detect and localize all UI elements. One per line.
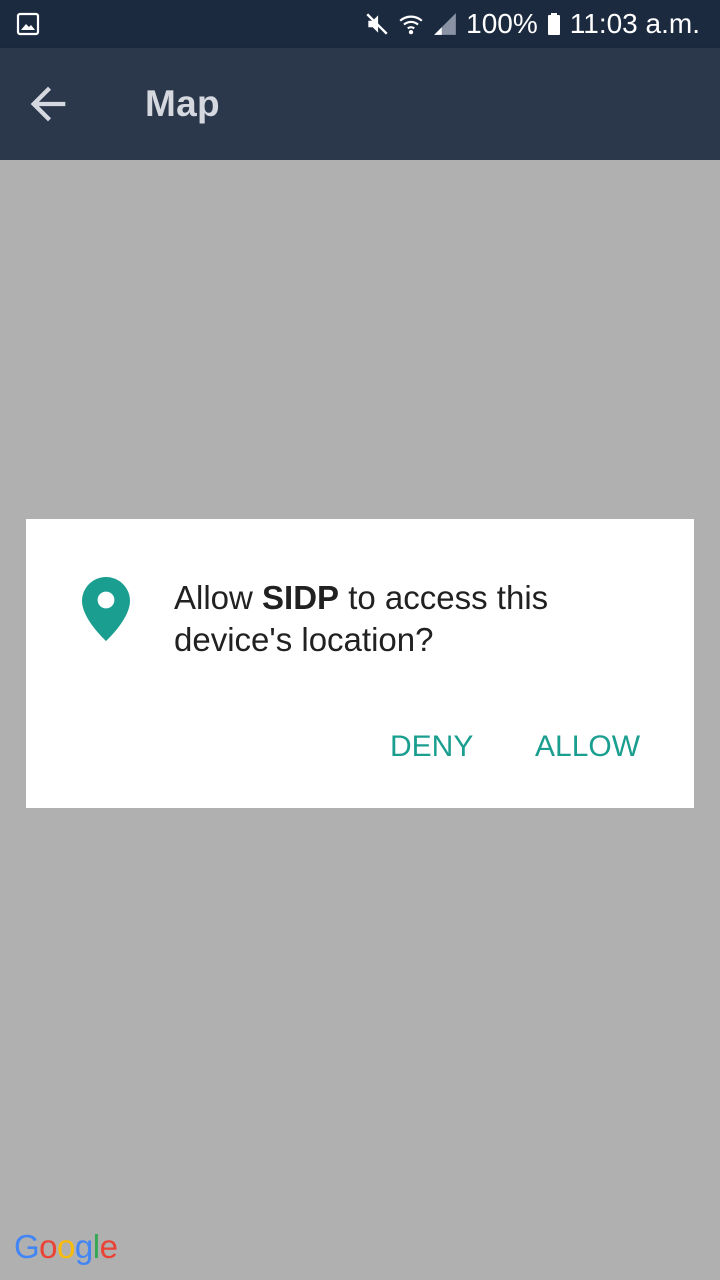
mute-icon — [366, 13, 388, 35]
location-permission-dialog: Allow SIDP to access this device's locat… — [26, 519, 694, 808]
dialog-message: Allow SIDP to access this device's locat… — [174, 577, 644, 661]
signal-icon — [434, 13, 456, 35]
allow-button[interactable]: ALLOW — [535, 723, 640, 771]
google-logo: Google — [14, 1224, 118, 1270]
gallery-notification-icon — [16, 12, 40, 36]
status-icons: 100% 11:03 a.m. — [364, 0, 700, 48]
google-logo-letter: e — [99, 1228, 118, 1265]
deny-button[interactable]: DENY — [390, 723, 473, 771]
arrow-back-icon[interactable] — [22, 78, 74, 130]
wifi-icon — [399, 15, 423, 35]
app-toolbar: Map — [0, 48, 720, 160]
location-pin-icon — [82, 577, 130, 641]
google-logo-letter: l — [92, 1228, 100, 1265]
dialog-app-name: SIDP — [262, 579, 340, 616]
google-logo-letter: o — [39, 1228, 58, 1265]
status-time: 11:03 a.m. — [569, 8, 700, 39]
battery-percent: 100% — [466, 8, 538, 39]
dialog-message-prefix: Allow — [174, 579, 263, 616]
page-title: Map — [145, 83, 220, 124]
google-logo-letter: G — [14, 1228, 40, 1265]
status-bar: 100% 11:03 a.m. — [0, 0, 720, 48]
battery-icon — [547, 13, 560, 35]
google-logo-letter: g — [74, 1228, 93, 1265]
google-logo-letter: o — [57, 1228, 75, 1265]
